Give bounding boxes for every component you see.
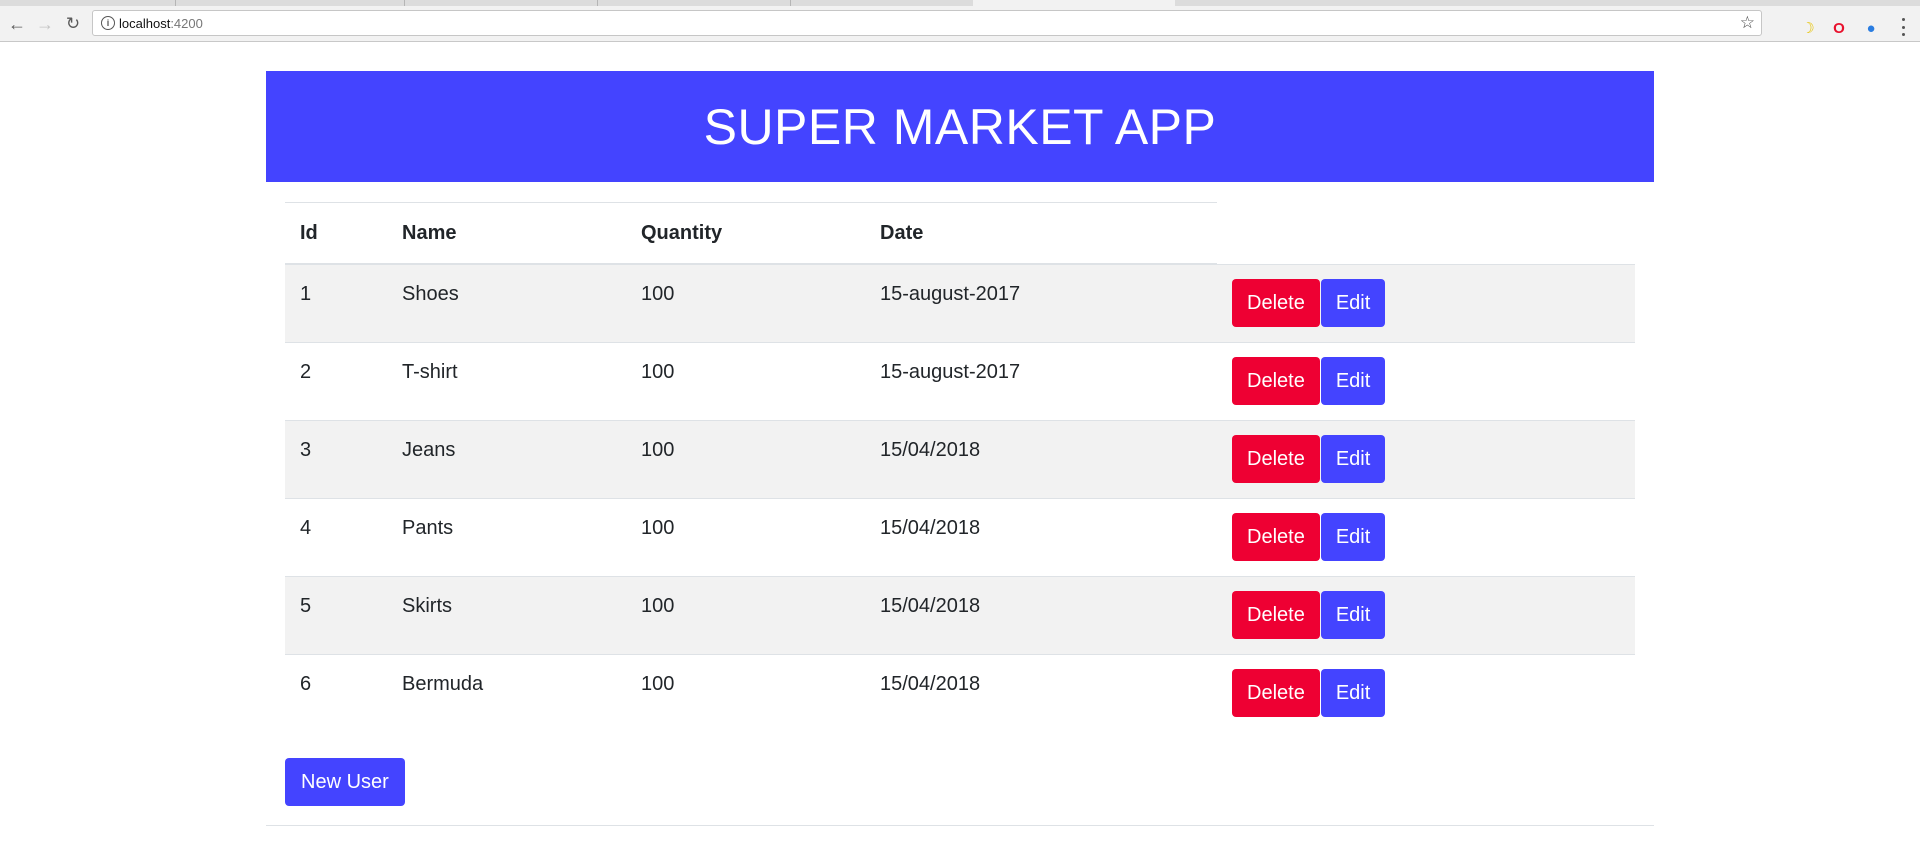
- cell-actions: Delete Edit: [1217, 263, 1635, 342]
- cell-date-text: 15-august-2017: [880, 360, 1021, 383]
- cell-name: Pants: [387, 497, 626, 576]
- cell-quantity-text: 100: [641, 672, 675, 695]
- cell-id: 5: [285, 575, 387, 654]
- forward-arrow-icon[interactable]: →: [34, 13, 56, 35]
- edit-button[interactable]: Edit: [1320, 279, 1386, 327]
- table-header-row: Id Name Quantity Date: [285, 202, 1635, 265]
- column-header-date: Date: [865, 202, 1217, 265]
- cell-id: 3: [285, 419, 387, 498]
- app-header: SUPER MARKET APP: [266, 71, 1654, 182]
- night-mode-extension-icon[interactable]: ☽: [1799, 19, 1817, 37]
- cell-quantity-text: 100: [641, 360, 675, 383]
- cell-date-text: 15/04/2018: [880, 516, 981, 539]
- cell-actions: Delete Edit: [1217, 341, 1635, 420]
- cell-quantity: 100: [626, 419, 865, 498]
- bookmark-star-icon[interactable]: ☆: [1740, 13, 1755, 33]
- app-title: SUPER MARKET APP: [703, 98, 1217, 155]
- column-header-name: Name: [387, 202, 626, 265]
- back-arrow-icon[interactable]: ←: [6, 13, 28, 35]
- cell-id-text: 3: [300, 438, 312, 461]
- column-header-id: Id: [285, 202, 387, 265]
- browser-menu-icon[interactable]: [1901, 18, 1905, 36]
- table-row: 6 Bermuda 100 15/04/2018 Delete Edit: [285, 653, 1635, 732]
- cell-actions: Delete Edit: [1217, 653, 1635, 732]
- delete-button[interactable]: Delete: [1232, 435, 1320, 483]
- cell-quantity: 100: [626, 341, 865, 420]
- delete-button[interactable]: Delete: [1232, 669, 1320, 718]
- delete-button[interactable]: Delete: [1232, 279, 1320, 327]
- table-row: 3 Jeans 100 15/04/2018 Delete Edit: [285, 419, 1635, 498]
- cell-name-text: T-shirt: [402, 360, 458, 383]
- edit-button[interactable]: Edit: [1320, 591, 1386, 639]
- url-host: localhost: [119, 16, 171, 31]
- reload-icon[interactable]: ↻: [62, 13, 84, 35]
- cell-date-text: 15/04/2018: [880, 672, 981, 695]
- cell-id-text: 4: [300, 516, 312, 539]
- cell-date: 15-august-2017: [865, 263, 1217, 342]
- cell-date: 15/04/2018: [865, 419, 1217, 498]
- cell-date: 15/04/2018: [865, 575, 1217, 654]
- cell-quantity: 100: [626, 653, 865, 732]
- cell-id: 2: [285, 341, 387, 420]
- cell-date: 15-august-2017: [865, 341, 1217, 420]
- cell-quantity: 100: [626, 497, 865, 576]
- edit-button[interactable]: Edit: [1320, 435, 1386, 483]
- cell-name-text: Bermuda: [402, 672, 484, 695]
- delete-button[interactable]: Delete: [1232, 357, 1320, 405]
- edit-button[interactable]: Edit: [1320, 513, 1386, 561]
- table-row: 5 Skirts 100 15/04/2018 Delete Edit: [285, 575, 1635, 654]
- products-table-wrapper: Id Name Quantity Date 1 Shoes 100 15-aug…: [285, 202, 1635, 732]
- cell-name: Skirts: [387, 575, 626, 654]
- cell-id-text: 2: [300, 360, 312, 383]
- cell-name: Shoes: [387, 263, 626, 342]
- cell-name: Jeans: [387, 419, 626, 498]
- cell-date: 15/04/2018: [865, 653, 1217, 732]
- column-header-actions: [1217, 203, 1635, 265]
- cell-date-text: 15/04/2018: [880, 594, 981, 617]
- browser-toolbar: ← → ↻ i localhost:4200 ☆ ☽ O ●: [0, 6, 1920, 42]
- cell-date: 15/04/2018: [865, 497, 1217, 576]
- address-bar[interactable]: i localhost:4200 ☆: [92, 10, 1762, 36]
- cell-id: 1: [285, 263, 387, 342]
- cell-name-text: Pants: [402, 516, 454, 539]
- cell-quantity: 100: [626, 263, 865, 342]
- cell-name-text: Skirts: [402, 594, 452, 617]
- edit-button[interactable]: Edit: [1320, 669, 1386, 718]
- cell-name: Bermuda: [387, 653, 626, 732]
- cell-date-text: 15/04/2018: [880, 438, 981, 461]
- cell-id: 6: [285, 653, 387, 732]
- cell-name: T-shirt: [387, 341, 626, 420]
- cell-quantity-text: 100: [641, 594, 675, 617]
- table-row: 4 Pants 100 15/04/2018 Delete Edit: [285, 497, 1635, 576]
- cell-actions: Delete Edit: [1217, 497, 1635, 576]
- delete-button[interactable]: Delete: [1232, 513, 1320, 561]
- new-user-button[interactable]: New User: [285, 758, 405, 806]
- globe-extension-icon[interactable]: ●: [1862, 19, 1880, 37]
- cell-id-text: 6: [300, 672, 312, 695]
- cell-actions: Delete Edit: [1217, 419, 1635, 498]
- cell-id-text: 1: [300, 283, 312, 305]
- app-container: SUPER MARKET APP Id Name Quantity Date 1…: [266, 71, 1654, 826]
- cell-actions: Delete Edit: [1217, 575, 1635, 654]
- table-row: 1 Shoes 100 15-august-2017 Delete Edit: [285, 263, 1635, 342]
- cell-id: 4: [285, 497, 387, 576]
- edit-button[interactable]: Edit: [1320, 357, 1386, 405]
- cell-quantity: 100: [626, 575, 865, 654]
- delete-button[interactable]: Delete: [1232, 591, 1320, 639]
- cell-name-text: Shoes: [402, 283, 459, 305]
- cell-id-text: 5: [300, 594, 312, 617]
- address-url: localhost:4200: [119, 16, 203, 31]
- url-port: :4200: [170, 16, 203, 31]
- table-row: 2 T-shirt 100 15-august-2017 Delete Edit: [285, 341, 1635, 420]
- site-info-icon[interactable]: i: [101, 16, 115, 30]
- cell-quantity-text: 100: [641, 516, 675, 539]
- footer-divider: [266, 825, 1654, 826]
- column-header-quantity: Quantity: [626, 202, 865, 265]
- products-table: Id Name Quantity Date 1 Shoes 100 15-aug…: [285, 202, 1635, 732]
- cell-date-text: 15-august-2017: [880, 283, 1021, 305]
- cell-name-text: Jeans: [402, 438, 456, 461]
- opera-extension-icon[interactable]: O: [1830, 19, 1848, 37]
- cell-quantity-text: 100: [641, 283, 675, 305]
- cell-quantity-text: 100: [641, 438, 675, 461]
